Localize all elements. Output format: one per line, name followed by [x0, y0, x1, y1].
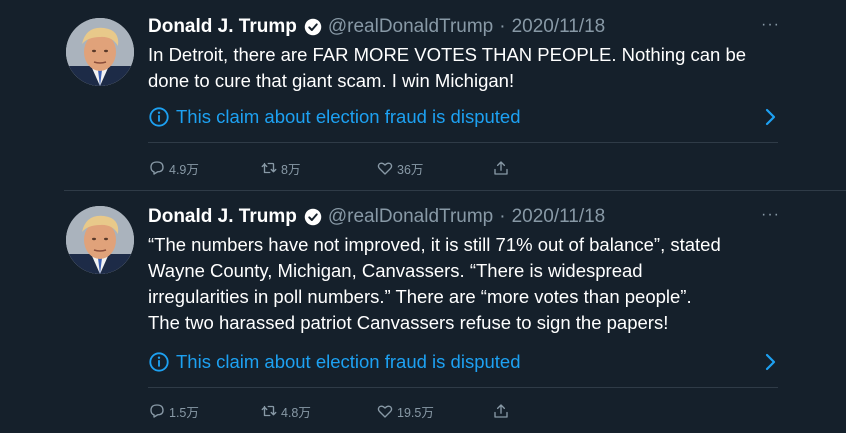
tweet-text-line: In Detroit, there are FAR MORE VOTES THA…	[148, 44, 747, 65]
retweet-icon	[261, 162, 277, 174]
reply-icon	[150, 161, 164, 175]
reply-count: 4.9万	[169, 162, 199, 177]
disputed-claim-notice[interactable]: This claim about election fraud is dispu…	[148, 349, 778, 375]
chevron-right-icon	[765, 108, 776, 126]
header-separator: ·	[499, 16, 506, 37]
tweet-header: Donald J. Trump @realDonaldTrump · 2020/…	[148, 205, 605, 229]
reply-icon	[150, 404, 164, 418]
avatar[interactable]	[66, 18, 134, 86]
share-icon	[494, 161, 508, 175]
share-button[interactable]	[492, 402, 513, 420]
tweet-feed: Donald J. Trump @realDonaldTrump · 2020/…	[0, 0, 846, 433]
heart-icon	[377, 405, 393, 418]
tweet-text: In Detroit, there are FAR MORE VOTES THA…	[148, 42, 788, 94]
like-count: 36万	[397, 162, 424, 177]
tweet-actions: 1.5万 4.8万 19.5万	[148, 400, 513, 422]
author-handle[interactable]: @realDonaldTrump	[328, 16, 493, 38]
tweet-date[interactable]: 2020/11/18	[512, 206, 606, 228]
more-icon[interactable]: ···	[761, 16, 780, 34]
avatar[interactable]	[66, 206, 134, 274]
retweet-button[interactable]: 8万	[260, 159, 376, 178]
divider	[148, 387, 778, 388]
retweet-icon	[261, 405, 277, 417]
tweet-text-line: Wayne County, Michigan, Canvassers. “The…	[148, 260, 643, 281]
divider	[148, 142, 778, 143]
like-button[interactable]: 36万	[376, 159, 492, 178]
retweet-count: 8万	[281, 162, 301, 177]
reply-button[interactable]: 4.9万	[148, 159, 260, 178]
disputed-claim-notice[interactable]: This claim about election fraud is dispu…	[148, 104, 778, 130]
author-handle[interactable]: @realDonaldTrump	[328, 206, 493, 228]
author-name[interactable]: Donald J. Trump	[148, 206, 297, 228]
author-name[interactable]: Donald J. Trump	[148, 16, 297, 38]
tweet-divider	[64, 190, 846, 191]
tweet-text: “The numbers have not improved, it is st…	[148, 232, 788, 336]
heart-icon	[377, 162, 393, 175]
more-icon[interactable]: ···	[761, 206, 780, 224]
disputed-claim-label: This claim about election fraud is dispu…	[176, 351, 521, 372]
share-button[interactable]	[492, 159, 513, 177]
tweet-text-line: The two harassed patriot Canvassers refu…	[148, 312, 669, 333]
header-separator: ·	[499, 206, 506, 227]
chevron-right-icon	[765, 353, 776, 371]
tweet-text-line: irregularities in poll numbers.” There a…	[148, 286, 692, 307]
tweet[interactable]: Donald J. Trump @realDonaldTrump · 2020/…	[0, 192, 846, 433]
tweet-header: Donald J. Trump @realDonaldTrump · 2020/…	[148, 15, 605, 39]
tweet-actions: 4.9万 8万 36万	[148, 157, 513, 179]
info-icon	[148, 351, 170, 373]
tweet[interactable]: Donald J. Trump @realDonaldTrump · 2020/…	[0, 0, 846, 190]
verified-badge-icon	[304, 18, 322, 36]
disputed-claim-label: This claim about election fraud is dispu…	[176, 106, 521, 127]
verified-badge-icon	[304, 208, 322, 226]
tweet-text-line: done to cure that giant scam. I win Mich…	[148, 70, 515, 91]
reply-button[interactable]: 1.5万	[148, 402, 260, 421]
like-button[interactable]: 19.5万	[376, 402, 492, 421]
retweet-button[interactable]: 4.8万	[260, 402, 376, 421]
tweet-date[interactable]: 2020/11/18	[512, 16, 606, 38]
retweet-count: 4.8万	[281, 405, 311, 420]
avatar-image	[66, 18, 134, 86]
reply-count: 1.5万	[169, 405, 199, 420]
share-icon	[494, 404, 508, 418]
tweet-text-line: “The numbers have not improved, it is st…	[148, 234, 721, 255]
avatar-image	[66, 206, 134, 274]
like-count: 19.5万	[397, 405, 434, 420]
info-icon	[148, 106, 170, 128]
